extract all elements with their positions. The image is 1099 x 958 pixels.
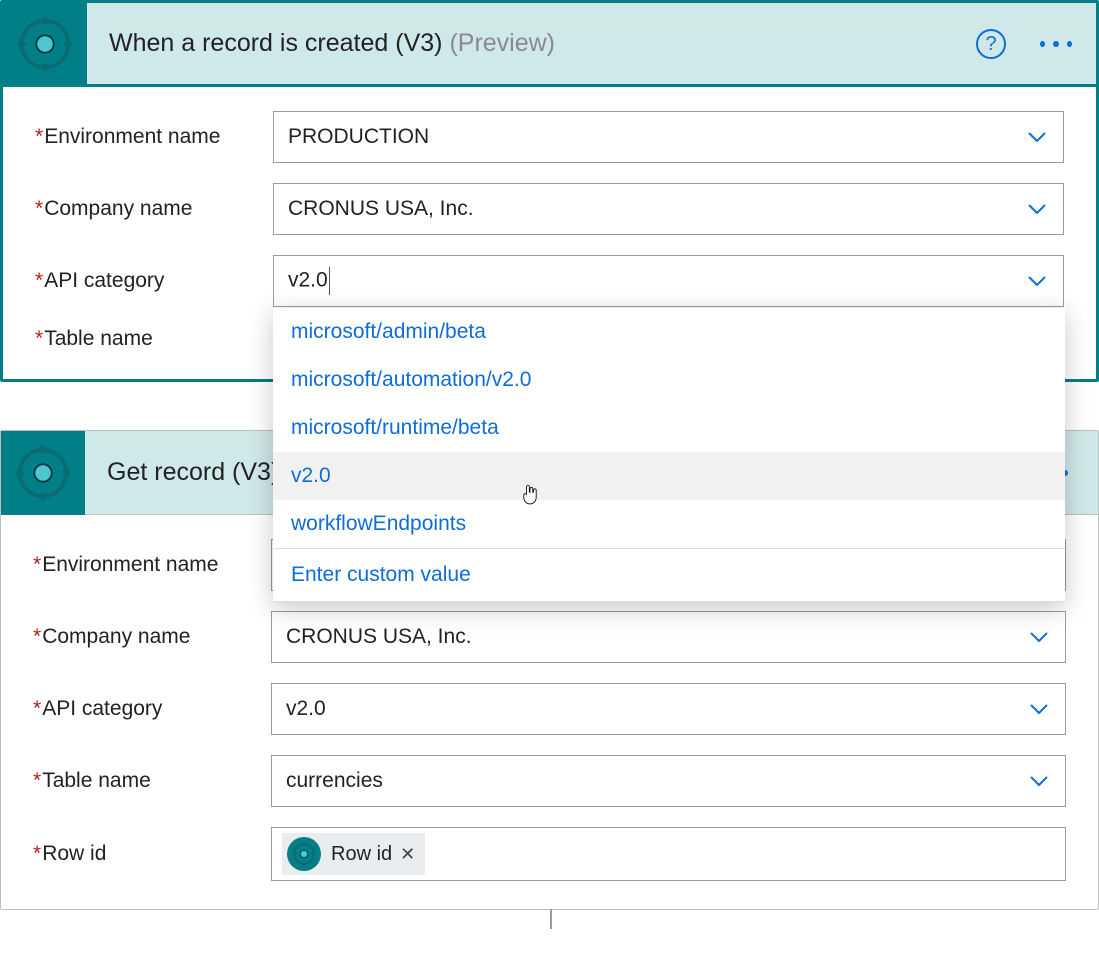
required-marker: * bbox=[35, 197, 43, 220]
required-marker: * bbox=[33, 553, 41, 576]
trigger-card-body: *Environment name PRODUCTION *Company na… bbox=[3, 87, 1096, 379]
row-environment: *Environment name PRODUCTION bbox=[35, 111, 1064, 163]
rowid-field[interactable]: Row id ✕ bbox=[271, 827, 1066, 881]
label-table: *Table name bbox=[35, 327, 273, 351]
row-api-category: *API category v2.0 bbox=[33, 683, 1066, 735]
label-table: *Table name bbox=[33, 769, 271, 793]
dropdown-option[interactable]: workflowEndpoints bbox=[273, 500, 1065, 548]
row-row-id: * Row id bbox=[33, 827, 1066, 881]
dropdown-company[interactable]: CRONUS USA, Inc. bbox=[273, 183, 1064, 235]
dropdown-api-category-value: v2.0 bbox=[288, 267, 1025, 295]
label-environment: *Environment name bbox=[33, 553, 271, 577]
dropdown-api-category[interactable]: v2.0 bbox=[273, 255, 1064, 307]
required-marker: * bbox=[35, 125, 43, 148]
connector-icon bbox=[1, 431, 85, 515]
dropdown-environment[interactable]: PRODUCTION bbox=[273, 111, 1064, 163]
required-marker: * bbox=[33, 625, 41, 648]
label-row-id: *Row id bbox=[33, 842, 271, 866]
dropdown-company-value: CRONUS USA, Inc. bbox=[286, 625, 1027, 649]
dropdown-option[interactable]: microsoft/admin/beta bbox=[273, 308, 1065, 356]
required-marker: * bbox=[35, 327, 43, 350]
required-marker: * bbox=[33, 697, 41, 720]
business-central-icon bbox=[287, 837, 321, 871]
dropdown-company-value: CRONUS USA, Inc. bbox=[288, 197, 1025, 221]
connector-icon bbox=[3, 2, 87, 86]
dropdown-api-category-value: v2.0 bbox=[286, 697, 1027, 721]
dropdown-custom-value[interactable]: Enter custom value bbox=[273, 549, 1065, 601]
help-icon[interactable]: ? bbox=[976, 29, 1006, 59]
dropdown-option-hover[interactable]: v2.0 bbox=[273, 452, 1065, 500]
label-company: *Company name bbox=[33, 625, 271, 649]
business-central-icon bbox=[14, 13, 76, 75]
chevron-down-icon bbox=[1025, 125, 1049, 149]
dropdown-environment-value: PRODUCTION bbox=[288, 125, 1025, 149]
trigger-card-header[interactable]: When a record is created (V3) (Preview) … bbox=[3, 3, 1096, 87]
row-company: *Company name CRONUS USA, Inc. bbox=[35, 183, 1064, 235]
dropdown-option[interactable]: microsoft/runtime/beta bbox=[273, 404, 1065, 452]
token-remove-icon[interactable]: ✕ bbox=[400, 844, 415, 865]
dropdown-company[interactable]: CRONUS USA, Inc. bbox=[271, 611, 1066, 663]
chevron-down-icon bbox=[1025, 269, 1049, 293]
dropdown-option[interactable]: microsoft/automation/v2.0 bbox=[273, 356, 1065, 404]
row-table: *Table name currencies bbox=[33, 755, 1066, 807]
preview-badge: (Preview) bbox=[449, 29, 555, 57]
chevron-down-icon bbox=[1027, 625, 1051, 649]
dynamic-token[interactable]: Row id ✕ bbox=[282, 833, 425, 875]
trigger-card: When a record is created (V3) (Preview) … bbox=[0, 0, 1099, 382]
dropdown-table-value: currencies bbox=[286, 769, 1027, 793]
label-company: *Company name bbox=[35, 197, 273, 221]
required-marker: * bbox=[33, 769, 41, 792]
row-api-category: *API category v2.0 microsoft/admin/beta … bbox=[35, 255, 1064, 307]
dropdown-api-category[interactable]: v2.0 bbox=[271, 683, 1066, 735]
action-card-title-text: Get record (V3) bbox=[107, 458, 279, 486]
row-company: *Company name CRONUS USA, Inc. bbox=[33, 611, 1066, 663]
token-label: Row id bbox=[331, 843, 392, 866]
dropdown-api-category-list: microsoft/admin/beta microsoft/automatio… bbox=[273, 308, 1065, 602]
connector-line bbox=[550, 909, 552, 929]
dropdown-table[interactable]: currencies bbox=[271, 755, 1066, 807]
business-central-icon bbox=[12, 442, 74, 504]
required-marker: * bbox=[35, 269, 43, 292]
label-api-category: *API category bbox=[33, 697, 271, 721]
trigger-card-title-text: When a record is created (V3) bbox=[109, 29, 442, 57]
chevron-down-icon bbox=[1027, 769, 1051, 793]
required-marker: * bbox=[33, 842, 41, 865]
trigger-card-title: When a record is created (V3) (Preview) bbox=[109, 29, 976, 58]
label-api-category: *API category bbox=[35, 269, 273, 293]
chevron-down-icon bbox=[1025, 197, 1049, 221]
more-icon[interactable] bbox=[1036, 24, 1076, 64]
label-environment: *Environment name bbox=[35, 125, 273, 149]
chevron-down-icon bbox=[1027, 697, 1051, 721]
